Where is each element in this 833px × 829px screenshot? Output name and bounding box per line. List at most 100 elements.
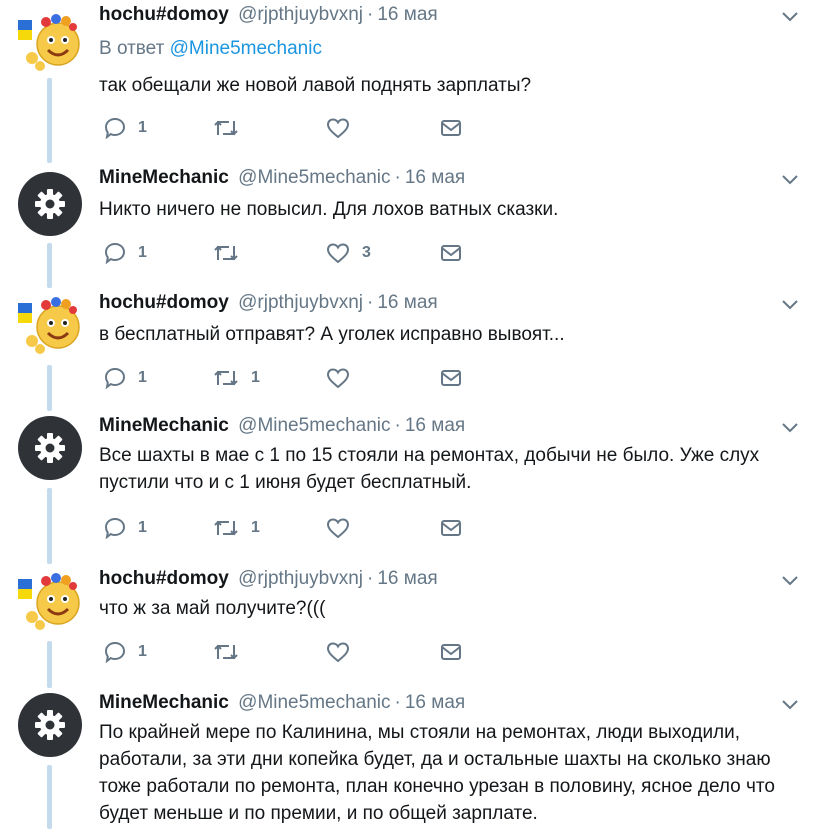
reply-button[interactable]: 1 [104, 240, 147, 266]
tweet-actions: 1 [99, 639, 499, 665]
tweet-actions: 1 [99, 115, 499, 141]
chevron-down-icon[interactable] [781, 11, 799, 22]
display-name[interactable]: hochu#domoy [99, 292, 229, 313]
retweet-icon [214, 644, 238, 660]
tweet[interactable]: hochu#domoy @rjpthjuybvxnj · 16 мая в бесп… [0, 288, 833, 411]
retweet-button[interactable]: 1 [213, 515, 260, 541]
user-handle[interactable]: @Mine5mechanic [238, 692, 390, 713]
display-name[interactable]: hochu#domoy [99, 4, 229, 25]
reply-to-link[interactable]: @Mine5mechanic [170, 38, 322, 59]
avatar[interactable] [18, 8, 82, 72]
avatar[interactable] [18, 567, 82, 631]
message-button[interactable] [440, 115, 462, 141]
tweet[interactable]: MineMechanic @Mine5mechanic · 16 мая Все ш… [0, 411, 833, 564]
display-name[interactable]: MineMechanic [99, 167, 229, 188]
timestamp[interactable]: 16 мая [377, 568, 437, 589]
tweet-text: что ж за май получите?((( [99, 598, 326, 619]
retweet-icon [214, 520, 238, 536]
tweet-header: hochu#domoy @rjpthjuybvxnj · 16 мая [99, 291, 438, 315]
reply-icon [104, 117, 126, 139]
message-icon [441, 245, 461, 261]
message-icon [441, 520, 461, 536]
separator: · [367, 568, 374, 589]
display-name[interactable]: hochu#domoy [99, 568, 229, 589]
reply-button[interactable]: 1 [104, 115, 147, 141]
reply-icon [104, 367, 126, 389]
thread-line [47, 243, 52, 288]
reply-count: 1 [138, 643, 147, 660]
message-button[interactable] [440, 639, 462, 665]
timestamp[interactable]: 16 мая [377, 292, 437, 313]
chevron-down-icon[interactable] [781, 575, 799, 586]
like-button[interactable] [326, 515, 362, 541]
tweet[interactable]: hochu#domoy @rjpthjuybvxnj · 16 мая что ж … [0, 564, 833, 688]
retweet-icon [214, 370, 238, 386]
separator: · [367, 4, 374, 25]
gear-icon [35, 433, 65, 463]
reply-count: 1 [138, 519, 147, 536]
display-name[interactable]: MineMechanic [99, 692, 229, 713]
avatar[interactable] [18, 172, 82, 236]
emoji-avatar-icon [18, 573, 80, 630]
like-count: 3 [362, 244, 371, 261]
timestamp[interactable]: 16 мая [377, 4, 437, 25]
chevron-down-icon[interactable] [781, 699, 799, 710]
user-handle[interactable]: @rjpthjuybvxnj [238, 4, 363, 25]
message-button[interactable] [440, 240, 462, 266]
like-button[interactable] [326, 115, 362, 141]
retweet-icon [214, 245, 238, 261]
like-icon [326, 118, 350, 139]
like-button[interactable]: 3 [326, 240, 371, 266]
like-button[interactable] [326, 365, 362, 391]
thread-line [47, 641, 52, 688]
like-button[interactable] [326, 639, 362, 665]
message-button[interactable] [440, 515, 462, 541]
tweet-text: так обещали же новой лавой поднять зарпл… [99, 75, 532, 96]
tweet-header: MineMechanic @Mine5mechanic · 16 мая [99, 691, 465, 715]
reply-button[interactable]: 1 [104, 639, 147, 665]
avatar[interactable] [18, 291, 82, 355]
retweet-button[interactable] [213, 240, 251, 266]
timestamp[interactable]: 16 мая [405, 692, 465, 713]
reply-prefix: В ответ [99, 38, 165, 59]
message-icon [441, 644, 461, 660]
avatar[interactable] [18, 416, 82, 480]
thread-line [47, 78, 52, 163]
user-handle[interactable]: @Mine5mechanic [238, 415, 390, 436]
reply-context: В ответ @Mine5mechanic [99, 38, 322, 60]
retweet-button[interactable] [213, 639, 251, 665]
thread-line [47, 365, 52, 411]
tweet[interactable]: MineMechanic @Mine5mechanic · 16 мая Никто… [0, 163, 833, 288]
user-handle[interactable]: @rjpthjuybvxnj [238, 568, 363, 589]
reply-icon [104, 242, 126, 264]
chevron-down-icon[interactable] [781, 174, 799, 185]
message-icon [441, 120, 461, 136]
tweet-actions: 1 3 [99, 240, 499, 266]
tweet-header: MineMechanic @Mine5mechanic · 16 мая [99, 166, 465, 190]
emoji-avatar-icon [18, 14, 80, 71]
reply-button[interactable]: 1 [104, 515, 147, 541]
emoji-avatar-icon [18, 297, 80, 354]
user-handle[interactable]: @rjpthjuybvxnj [238, 292, 363, 313]
user-handle[interactable]: @Mine5mechanic [238, 167, 390, 188]
reply-button[interactable]: 1 [104, 365, 147, 391]
retweet-button[interactable] [213, 115, 251, 141]
chevron-down-icon[interactable] [781, 299, 799, 310]
tweet-header: hochu#domoy @rjpthjuybvxnj · 16 мая [99, 3, 438, 27]
tweet-text: Все шахты в мае с 1 по 15 стояли на ремо… [99, 445, 760, 493]
retweet-button[interactable]: 1 [213, 365, 260, 391]
tweet[interactable]: hochu#domoy @rjpthjuybvxnj · 16 мая В отве… [0, 0, 833, 163]
separator: · [367, 292, 374, 313]
gear-icon [35, 710, 65, 740]
message-button[interactable] [440, 365, 462, 391]
thread-line [47, 488, 52, 564]
avatar[interactable] [18, 693, 82, 757]
like-icon [326, 243, 350, 264]
like-icon [326, 368, 350, 389]
chevron-down-icon[interactable] [781, 422, 799, 433]
tweet-header: hochu#domoy @rjpthjuybvxnj · 16 мая [99, 567, 438, 591]
tweet[interactable]: MineMechanic @Mine5mechanic · 16 мая По кр… [0, 688, 833, 829]
display-name[interactable]: MineMechanic [99, 415, 229, 436]
timestamp[interactable]: 16 мая [405, 167, 465, 188]
timestamp[interactable]: 16 мая [405, 415, 465, 436]
